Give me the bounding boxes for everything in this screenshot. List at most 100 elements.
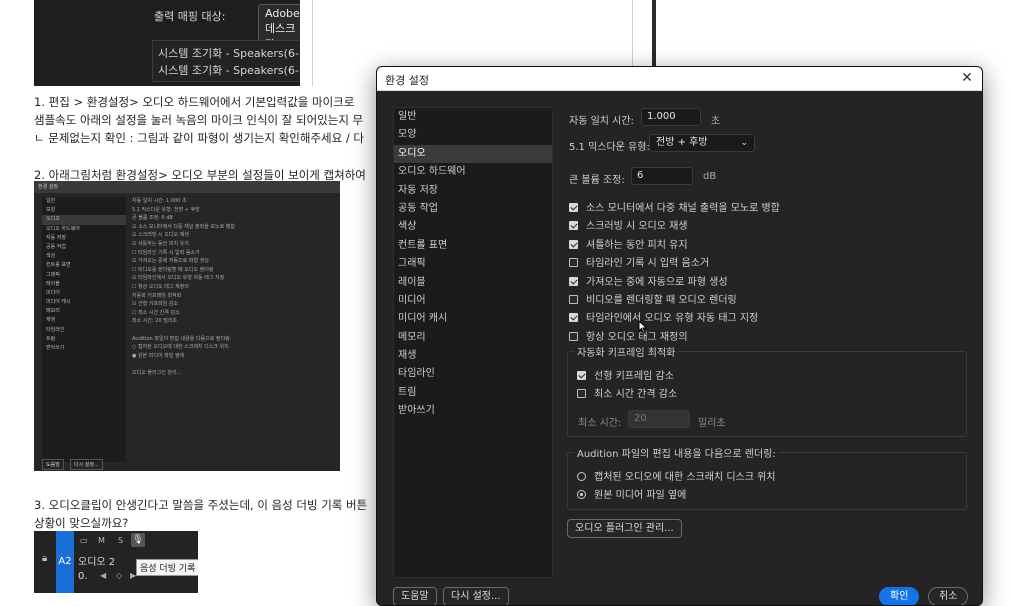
divider — [312, 0, 313, 86]
paragraph-1-line-2: 샘플속도 아래의 설정을 눌러 녹음의 마이크 인식이 잘 되어있는지 무 — [34, 113, 364, 127]
audition-render-group: Audition 파일의 편집 내용을 다음으로 렌더링: 캡처된 오디오에 대… — [567, 445, 967, 510]
render-option-label: 원본 미디어 파일 옆에 — [594, 490, 687, 501]
mini-setting-line: ☐ 비디오를 렌더링할 때 오디오 렌더링 — [132, 266, 214, 273]
category-item[interactable]: 공동 작업 — [394, 200, 552, 218]
paragraph-3-line-2: 상황이 맞으실까요? — [34, 516, 129, 530]
device-list-item: 시스템 조기화 - Speakers(6- Jab — [158, 64, 300, 77]
lock-icon: 🔒︎ — [42, 553, 48, 564]
output-mapping-label: 출력 매핑 대상: — [154, 10, 226, 23]
option-checkbox-label: 타임라인에서 오디오 유형 자동 태그 지정 — [586, 313, 759, 325]
mini-setting-line: 최소 시간: 20 밀리초 — [132, 318, 178, 325]
checkbox-checked-icon — [569, 221, 578, 231]
mini-setting-line: ☑ 가져오는 중에 자동으로 파형 생성 — [132, 258, 209, 265]
checkbox-checked-icon — [569, 313, 578, 323]
category-item[interactable]: 그래픽 — [394, 255, 552, 273]
checkbox-unchecked-icon — [569, 258, 578, 268]
option-checkbox[interactable]: 셔틀하는 동안 피치 유지 — [569, 236, 688, 252]
min-interval-checkbox[interactable]: 최소 시간 간격 감소 — [577, 385, 677, 401]
min-time-label: 최소 시간: — [578, 418, 622, 429]
option-checkbox[interactable]: 비디오를 렌더링할 때 오디오 렌더링 — [569, 291, 737, 307]
mini-setting-line — [132, 326, 332, 335]
large-volume-input[interactable]: 6 — [631, 167, 693, 185]
mini-category-item: 오디오 — [42, 215, 126, 225]
reset-button[interactable]: 다시 설정... — [443, 587, 509, 605]
linear-keyframe-checkbox[interactable]: 선형 키프레임 감소 — [577, 367, 674, 383]
checkbox-checked-icon — [569, 239, 578, 249]
keyframe-group-title: 자동화 키프레임 최적화 — [574, 344, 679, 359]
category-item[interactable]: 모양 — [394, 126, 552, 144]
option-checkbox[interactable]: 가져오는 중에 자동으로 파형 생성 — [569, 273, 728, 289]
close-icon[interactable]: ✕ — [958, 69, 976, 87]
mini-category-item: 자동 저장 — [46, 234, 66, 241]
option-checkbox[interactable]: 소스 모니터에서 다중 채널 출력을 모노로 병합 — [569, 199, 780, 215]
category-item[interactable]: 컨트롤 표면 — [394, 237, 552, 255]
ok-button[interactable]: 확인 — [879, 587, 920, 605]
keyframe-optimization-group: 자동화 키프레임 최적화 선형 키프레임 감소 최소 시간 간격 감소 최소 시… — [567, 344, 967, 437]
track-volume: 0. — [78, 571, 88, 582]
auto-match-label: 자동 일치 시간: — [569, 116, 634, 127]
mini-setting-line: ☐ 항상 오디오 태그 재정의 — [132, 283, 189, 290]
mini-setting-line: Audition 파일의 편집 내용을 다음으로 렌더링: — [132, 335, 232, 342]
mini-category-item: 재생 — [46, 317, 56, 324]
linear-keyframe-label: 선형 키프레임 감소 — [594, 371, 674, 382]
prev-keyframe-icon: ◀ — [100, 571, 107, 580]
render-option-label: 캡처된 오디오에 대한 스크래치 디스크 위치 — [594, 472, 776, 483]
mini-setting-line: 오디오 플러그인 관리... — [132, 369, 182, 376]
mini-setting-line: 자동 일치 시간: 1.000 초 — [132, 198, 187, 204]
help-button[interactable]: 도움말 — [393, 587, 437, 605]
mini-category-item: 일반 — [46, 198, 56, 204]
render-option-original[interactable]: 원본 미디어 파일 옆에 — [577, 486, 686, 502]
category-item[interactable]: 메모리 — [394, 329, 552, 347]
category-item[interactable]: 미디어 캐시 — [394, 310, 552, 328]
option-checkbox-label: 셔틀하는 동안 피치 유지 — [586, 239, 688, 251]
category-item[interactable]: 오디오 하드웨어 — [394, 163, 552, 181]
checkbox-unchecked-icon — [569, 295, 578, 304]
category-item[interactable]: 재생 — [394, 347, 552, 365]
mini-setting-line: ● 원본 미디어 파일 옆에 — [132, 352, 185, 359]
render-option-scratch[interactable]: 캡처된 오디오에 대한 스크래치 디스크 위치 — [577, 468, 776, 484]
tooltip: 음성 더빙 기록 — [136, 559, 198, 576]
manage-plugins-button[interactable]: 오디오 플러그인 관리... — [567, 519, 682, 538]
embedded-screenshot-track: 🔒︎ A2 ▭ M S 🎙︎ 오디오 2 0. ◀ ◇ ▶ 음성 더빙 기록 — [34, 531, 198, 593]
render-group-title: Audition 파일의 편집 내용을 다음으로 렌더링: — [574, 445, 779, 460]
mixdown-value: 전방 + 후방 — [656, 137, 708, 148]
mini-setting-line: ☐ 최소 시간 간격 감소 — [132, 309, 180, 316]
preferences-dialog: 환경 설정 ✕ 일반 모양 오디오 오디오 하드웨어 자동 저장 공동 작업 색상 컨트롤 표… — [376, 66, 983, 606]
category-list: 일반 모양 오디오 오디오 하드웨어 자동 저장 공동 작업 색상 컨트롤 표면 그래픽 레이블 미… — [393, 107, 553, 578]
category-item[interactable]: 일반 — [394, 108, 552, 126]
category-item[interactable]: 트림 — [394, 384, 552, 402]
min-time-unit: 밀리초 — [698, 418, 726, 429]
category-item[interactable]: 받아쓰기 — [394, 402, 552, 420]
mini-category-item: 트림 — [46, 335, 56, 342]
option-checkbox[interactable]: 스크러빙 시 오디오 재생 — [569, 217, 688, 233]
mini-category-item: 메모리 — [46, 308, 60, 315]
track-label: A2 — [56, 531, 74, 593]
auto-match-input[interactable]: 1.000 — [641, 108, 701, 126]
checkbox-checked-icon — [569, 203, 578, 212]
mini-category-item: 레이블 — [46, 280, 60, 287]
category-item[interactable]: 타임라인 — [394, 365, 552, 383]
mini-setting-line: ☑ 스크러빙 시 오디오 재생 — [132, 232, 189, 239]
category-item[interactable]: 레이블 — [394, 274, 552, 292]
divider — [652, 0, 656, 70]
mouse-cursor-icon — [638, 320, 648, 334]
option-checkbox[interactable]: 타임라인에서 오디오 유형 자동 태그 지정 — [569, 309, 758, 325]
option-checkbox[interactable]: 타임라인 기록 시 입력 음소거 — [569, 254, 709, 270]
keyframe-icon: ◇ — [116, 571, 123, 580]
category-item[interactable]: 미디어 — [394, 292, 552, 310]
min-time-input[interactable]: 20 — [628, 410, 690, 428]
category-item[interactable]: 색상 — [394, 218, 552, 236]
device-list-item: 시스템 조기화 - Speakers(6- Jab — [158, 47, 300, 60]
mini-setting-line: ☑ 셔틀하는 동안 피치 유지 — [132, 240, 189, 247]
category-item[interactable]: 자동 저장 — [394, 182, 552, 200]
mini-setting-line: ☐ 타임라인 기록 시 입력 음소거 — [132, 249, 200, 256]
category-item[interactable]: 오디오 — [394, 144, 552, 164]
mixdown-select[interactable]: 전방 + 후방 ⌄ — [649, 134, 755, 152]
mini-setting-line — [132, 360, 332, 369]
checkbox-unchecked-icon — [577, 389, 586, 398]
mini-category-item: 공동 작업 — [46, 243, 66, 250]
cancel-button[interactable]: 취소 — [928, 587, 969, 605]
dialog-titlebar[interactable]: 환경 설정 ✕ — [377, 67, 982, 91]
mini-setting-line: 자동화 키프레임 최적화 — [132, 292, 182, 299]
option-checkbox[interactable]: 항상 오디오 태그 재정의 — [569, 328, 688, 344]
